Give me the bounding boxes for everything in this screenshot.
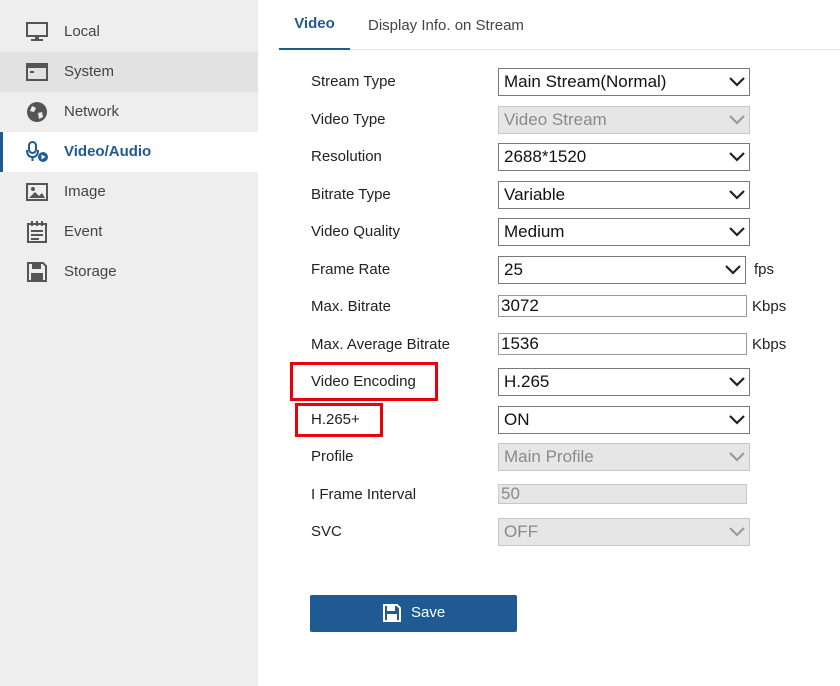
video-type-select: Video Stream	[498, 106, 750, 134]
profile-select: Main Profile	[498, 443, 750, 471]
sidebar-item-event[interactable]: Event	[0, 212, 258, 252]
svc-value: OFF	[504, 522, 538, 541]
resolution-label: Resolution	[311, 148, 382, 165]
calendar-list-icon	[27, 221, 47, 243]
max-average-bitrate-label: Max. Average Bitrate	[311, 336, 450, 353]
save-button[interactable]: Save	[310, 595, 517, 632]
sidebar-item-label: Network	[64, 103, 120, 120]
video-quality-select[interactable]: Medium	[498, 218, 750, 246]
bitrate-type-value: Variable	[504, 185, 566, 204]
video-quality-value: Medium	[504, 222, 565, 241]
frame-rate-label: Frame Rate	[311, 261, 391, 278]
stream-type-select[interactable]: Main Stream(Normal)	[498, 68, 750, 96]
profile-value: Main Profile	[504, 447, 594, 466]
chevron-down-icon	[725, 265, 741, 275]
max-bitrate-unit: Kbps	[752, 298, 787, 315]
svc-label: SVC	[311, 523, 342, 540]
h265-plus-label: H.265+	[311, 411, 360, 428]
video-quality-label: Video Quality	[311, 223, 400, 240]
bitrate-type-select[interactable]: Variable	[498, 181, 750, 209]
chevron-down-icon	[729, 115, 745, 125]
frame-rate-value: 25	[504, 260, 523, 279]
sidebar-item-video-audio[interactable]: Video/Audio	[0, 132, 258, 172]
h265-plus-select[interactable]: ON	[498, 406, 750, 434]
frame-rate-unit: fps	[754, 261, 775, 278]
max-bitrate-label: Max. Bitrate	[311, 298, 392, 315]
sidebar-item-network[interactable]: Network	[0, 92, 258, 132]
svc-select: OFF	[498, 518, 750, 546]
sidebar: Local System Network Video/Audio Image E…	[0, 0, 258, 686]
microphone-camera-icon	[26, 141, 48, 162]
floppy-disk-icon	[27, 262, 47, 282]
sidebar-item-label: System	[64, 63, 115, 80]
chevron-down-icon	[729, 415, 745, 425]
chevron-down-icon	[729, 190, 745, 200]
chevron-down-icon	[729, 527, 745, 537]
video-encoding-value: H.265	[504, 372, 550, 391]
sidebar-item-label: Video/Audio	[64, 143, 152, 160]
sidebar-item-image[interactable]: Image	[0, 172, 258, 212]
sidebar-item-storage[interactable]: Storage	[0, 252, 258, 292]
frame-rate-select[interactable]: 25	[498, 256, 746, 284]
sidebar-item-label: Storage	[64, 263, 117, 280]
tab-display-info-on-stream[interactable]: Display Info. on Stream	[368, 0, 524, 50]
profile-label: Profile	[311, 448, 354, 465]
sidebar-item-local[interactable]: Local	[0, 12, 258, 52]
system-window-icon	[26, 63, 48, 81]
floppy-disk-icon	[383, 604, 401, 622]
stream-type-value: Main Stream(Normal)	[504, 72, 667, 91]
stream-type-label: Stream Type	[311, 73, 396, 90]
video-encoding-label: Video Encoding	[311, 373, 416, 390]
chevron-down-icon	[729, 377, 745, 387]
chevron-down-icon	[729, 452, 745, 462]
globe-icon	[27, 102, 47, 122]
max-bitrate-input[interactable]: 3072	[498, 295, 747, 317]
h265-plus-value: ON	[504, 410, 530, 429]
sidebar-item-label: Local	[64, 23, 100, 40]
save-button-label: Save	[411, 604, 446, 621]
chevron-down-icon	[729, 227, 745, 237]
chevron-down-icon	[729, 152, 745, 162]
bitrate-type-label: Bitrate Type	[311, 186, 391, 203]
sidebar-item-label: Event	[64, 223, 103, 240]
tab-video[interactable]: Video	[279, 0, 350, 50]
resolution-value: 2688*1520	[504, 147, 587, 166]
sidebar-item-label: Image	[64, 183, 106, 200]
i-frame-interval-input: 50	[498, 484, 747, 504]
video-type-label: Video Type	[311, 111, 386, 128]
resolution-select[interactable]: 2688*1520	[498, 143, 750, 171]
max-average-bitrate-unit: Kbps	[752, 336, 787, 353]
video-encoding-select[interactable]: H.265	[498, 368, 750, 396]
tab-bar: Video Display Info. on Stream	[279, 0, 840, 50]
monitor-icon	[26, 22, 48, 41]
sidebar-item-system[interactable]: System	[0, 52, 258, 92]
video-type-value: Video Stream	[504, 110, 607, 129]
chevron-down-icon	[729, 77, 745, 87]
i-frame-interval-label: I Frame Interval	[311, 486, 417, 503]
image-icon	[26, 183, 48, 201]
max-average-bitrate-input[interactable]: 1536	[498, 333, 747, 355]
